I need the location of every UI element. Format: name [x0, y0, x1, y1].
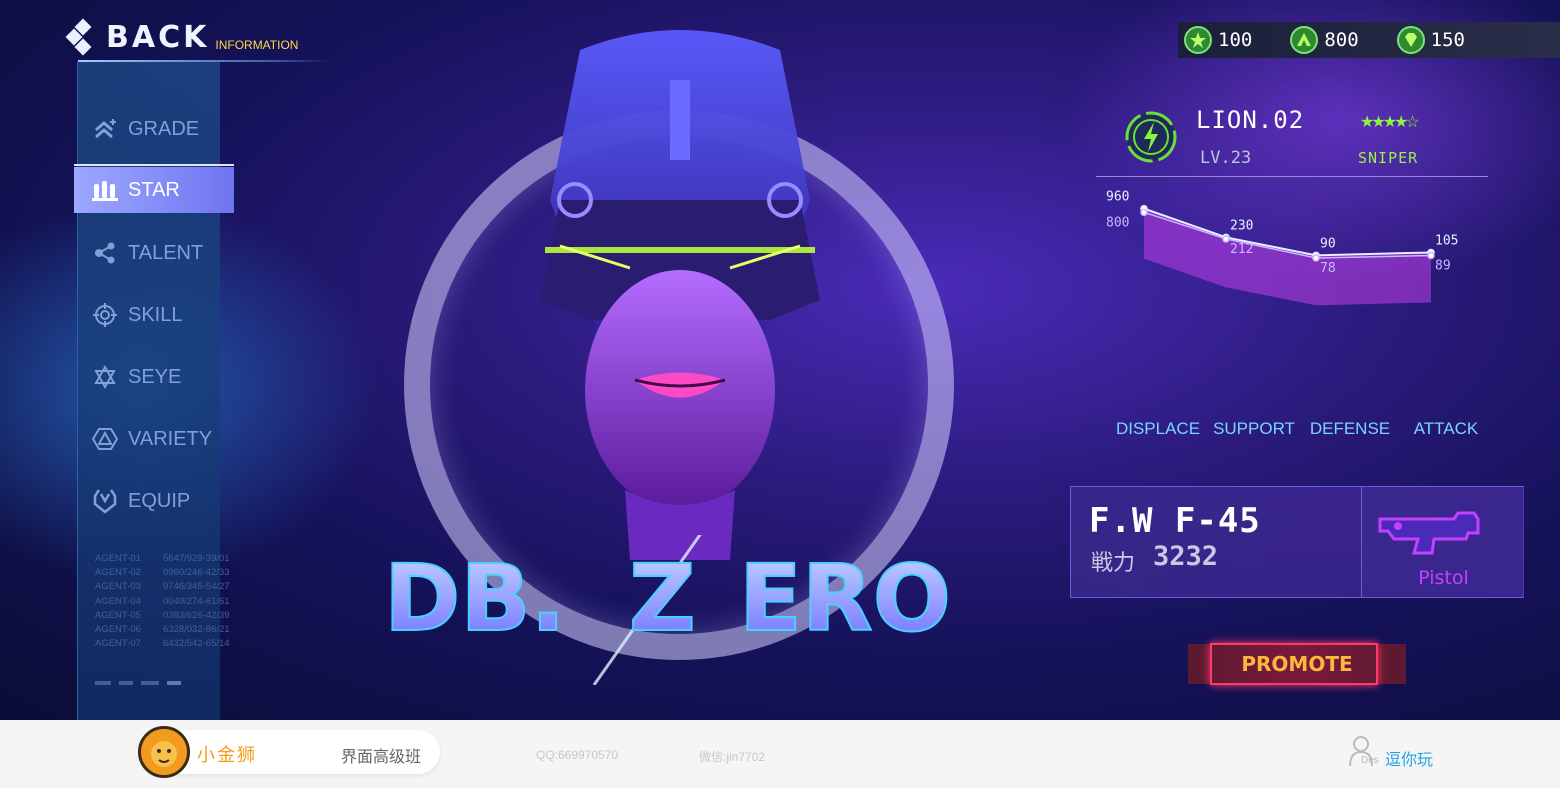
chart-category-label: ATTACK	[1414, 419, 1479, 438]
decor-bars	[95, 672, 189, 690]
promote-button[interactable]: PROMOTE	[1188, 643, 1406, 685]
stats-chart: 960 230 90 105 800 212 78 89 DISPLACE SUPPORT DEFE…	[1106, 190, 1479, 438]
menu-label-equip: EQUIP	[128, 489, 191, 512]
weapon-power-label: 戦力	[1091, 550, 1136, 575]
variety-hexagon-icon	[92, 426, 118, 452]
equip-shield-icon	[92, 488, 118, 514]
promote-label: PROMOTE	[1241, 652, 1353, 676]
talent-share-icon	[92, 240, 118, 266]
back-diamond-icon	[65, 18, 100, 56]
chart-point-lower	[1222, 235, 1230, 243]
agent-list: AGENT-01 5647/929-39/01 AGENT-02 0960/246-…	[95, 552, 230, 651]
menu-item-seye[interactable]: SEYE	[74, 346, 234, 408]
chart-data-label: 78	[1320, 261, 1336, 276]
agent-row: AGENT-04 0049/274-61/61	[95, 595, 230, 607]
side-menu: GRADE STAR TALENT SKILL SEYE VARIETY EQU…	[74, 98, 234, 532]
back-underline	[78, 60, 328, 62]
character-name: LION.02	[1196, 106, 1305, 134]
skill-target-icon	[92, 302, 118, 328]
menu-item-equip[interactable]: EQUIP	[74, 470, 234, 532]
menu-item-variety[interactable]: VARIETY	[74, 408, 234, 470]
menu-item-grade[interactable]: GRADE	[74, 98, 234, 160]
hero-title: DB. Z ERO	[384, 535, 952, 685]
chart-category-label: SUPPORT	[1213, 419, 1295, 438]
lion-logo-icon	[138, 726, 190, 778]
play-link[interactable]: 逗你玩	[1385, 746, 1433, 770]
chart-point-lower	[1427, 251, 1435, 260]
currency-stars[interactable]: 100	[1184, 26, 1252, 54]
lightning-badge-icon	[1125, 111, 1177, 163]
back-button[interactable]: BACK INFORMATION	[65, 18, 299, 56]
back-label: BACK	[106, 20, 210, 55]
weapon-type-box: Pistol	[1361, 487, 1524, 597]
hero-title-part1: DB.	[384, 545, 565, 652]
grade-icon	[92, 116, 118, 142]
footer-bar: 小金狮 界面高级班 QQ:669970570 微信:jin7702 Des 逗你…	[0, 720, 1560, 788]
chart-point-lower	[1140, 208, 1148, 217]
character-level: LV.23	[1200, 148, 1252, 168]
currency-diamond[interactable]: 150	[1396, 26, 1465, 54]
agent-row: AGENT-05 0383/626-42/39	[95, 609, 230, 621]
diamond-icon	[1396, 26, 1425, 54]
menu-item-talent[interactable]: TALENT	[74, 222, 234, 284]
weapon-card[interactable]: F.W F-45 戦力 3232 Pistol	[1070, 486, 1524, 598]
character-class: SNIPER	[1358, 149, 1419, 167]
star-bullets-icon	[92, 177, 118, 203]
weapon-name: F.W F-45	[1089, 501, 1261, 541]
seye-star-icon	[92, 364, 118, 390]
currency-value: 150	[1430, 29, 1465, 51]
currency-value: 800	[1324, 29, 1359, 51]
contact-qq: QQ:669970570	[536, 748, 619, 762]
agent-row: AGENT-02 0960/246-42/33	[95, 567, 230, 579]
weapon-power: 3232	[1153, 541, 1219, 572]
game-screen: BACK INFORMATION GRADE STAR TALENT SKILL…	[0, 0, 1560, 720]
menu-label-variety: VARIETY	[128, 427, 213, 450]
chart-data-label: 212	[1230, 242, 1253, 257]
chart-point-lower	[1312, 254, 1320, 262]
currency-value: 100	[1218, 29, 1253, 51]
currency-rank[interactable]: 800	[1290, 26, 1359, 54]
des-label: Des	[1361, 755, 1379, 766]
menu-item-skill[interactable]: SKILL	[74, 284, 234, 346]
menu-label-skill: SKILL	[128, 303, 183, 326]
chart-data-label: 89	[1435, 259, 1451, 274]
star-coin-icon	[1184, 26, 1212, 54]
brand-course: 界面高级班	[341, 747, 422, 766]
contact-wechat: 微信:jin7702	[699, 750, 766, 764]
menu-label-seye: SEYE	[128, 365, 182, 388]
hero-title-part2: Z	[629, 545, 696, 652]
character-stars: ★★★★☆	[1360, 114, 1420, 131]
chart-data-label: 800	[1106, 215, 1129, 230]
agent-row: AGENT-06 6328/032-86/21	[95, 624, 230, 636]
brand-name: 小金狮	[197, 745, 257, 766]
agent-row: AGENT-07 6432/542-65/14	[95, 638, 230, 650]
agent-row: AGENT-01 5647/929-39/01	[95, 553, 230, 564]
character-portrait	[540, 30, 820, 560]
weapon-type: Pistol	[1418, 567, 1469, 589]
chart-data-label: 230	[1230, 218, 1253, 233]
agent-row: AGENT-03 9746/345-54/27	[95, 581, 230, 593]
chart-category-label: DEFENSE	[1310, 419, 1390, 438]
menu-label-talent: TALENT	[128, 241, 204, 264]
chart-data-label: 960	[1106, 190, 1129, 205]
hero-title-part3: ERO	[739, 545, 951, 652]
menu-item-star[interactable]: STAR	[74, 164, 234, 213]
chart-data-label: 90	[1320, 236, 1336, 251]
menu-label-grade: GRADE	[128, 117, 200, 140]
menu-label-star: STAR	[128, 178, 180, 201]
pistol-icon	[1378, 511, 1480, 555]
currency-bar: 100 800 150	[1178, 22, 1560, 58]
back-subtitle: INFORMATION	[215, 38, 299, 52]
chart-data-label: 105	[1435, 233, 1458, 248]
card-divider	[1096, 176, 1488, 177]
rank-coin-icon	[1290, 26, 1319, 54]
chart-category-label: DISPLACE	[1116, 419, 1200, 438]
